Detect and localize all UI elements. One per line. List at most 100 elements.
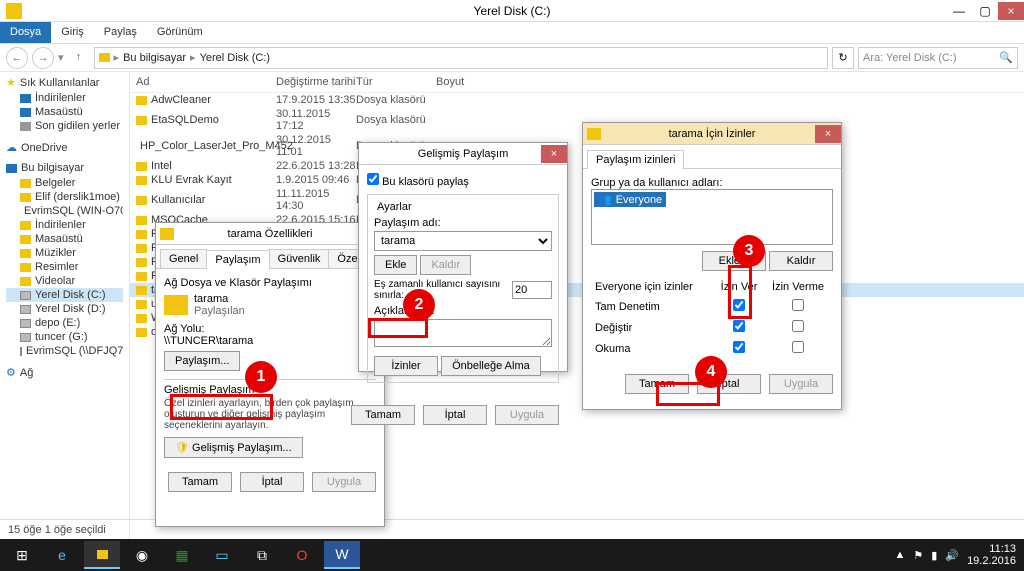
limit-spinner[interactable] — [512, 281, 552, 299]
cancel-button[interactable]: İptal — [240, 472, 304, 492]
annotation-marker-4: 4 — [697, 358, 725, 386]
file-row[interactable]: AdwCleaner17.9.2015 13:35Dosya klasörü — [130, 93, 1024, 107]
minimize-button[interactable]: — — [946, 2, 972, 20]
user-list[interactable]: 👥Everyone — [591, 189, 833, 245]
column-headers[interactable]: Ad Değiştirme tarihi Tür Boyut — [130, 72, 1024, 93]
tab-security[interactable]: Güvenlik — [269, 249, 330, 268]
nav-item[interactable]: İndirilenler — [6, 218, 123, 232]
remove-user-button[interactable]: Kaldır — [769, 251, 833, 271]
perm-row: Okuma — [593, 339, 713, 358]
nav-item[interactable]: Resimler — [6, 260, 123, 274]
start-button[interactable]: ⊞ — [4, 541, 40, 569]
tray-network-icon[interactable]: ▮ — [931, 549, 937, 562]
close-button[interactable]: × — [541, 145, 567, 163]
nav-item[interactable]: Yerel Disk (D:) — [6, 302, 123, 316]
file-row[interactable]: Kullanıcılar11.11.2015 14:30Dosya klasör… — [130, 187, 1024, 213]
taskbar-word[interactable]: W — [324, 541, 360, 569]
add-button[interactable]: Ekle — [374, 255, 417, 275]
file-row[interactable]: HP_Color_LaserJet_Pro_M45230.12.2015 11:… — [130, 133, 1024, 159]
tray-up-icon[interactable]: ▲ — [895, 549, 906, 561]
caching-button[interactable]: Önbelleğe Alma — [441, 356, 541, 376]
taskbar-excel[interactable]: ▦ — [164, 541, 200, 569]
status-bar: 15 öğe 1 öğe seçildi — [0, 519, 1024, 539]
permissions-button[interactable]: İzinler — [374, 356, 438, 376]
share-name-select[interactable]: tarama — [374, 231, 552, 251]
nav-item[interactable]: Masaüstü — [6, 232, 123, 246]
address-bar[interactable]: ▸ Bu bilgisayar ▸ Yerel Disk (C:) — [94, 47, 828, 69]
ribbon-tab-share[interactable]: Paylaş — [94, 22, 147, 43]
close-button[interactable]: × — [998, 2, 1024, 20]
taskbar-explorer[interactable] — [84, 541, 120, 569]
share-folder-checkbox[interactable]: Bu klasörü paylaş — [367, 176, 469, 188]
allow-read[interactable] — [733, 341, 745, 353]
nav-onedrive[interactable]: ☁OneDrive — [6, 141, 123, 154]
apply-button[interactable]: Uygula — [769, 374, 833, 394]
tab-sharing[interactable]: Paylaşım — [206, 250, 269, 269]
tab-share-permissions[interactable]: Paylaşım izinleri — [587, 150, 684, 169]
ribbon-tab-view[interactable]: Görünüm — [147, 22, 213, 43]
file-row[interactable]: Intel22.6.2015 13:28Dosya klasörü — [130, 159, 1024, 173]
system-tray[interactable]: ▲ ⚑ ▮ 🔊 11:13 19.2.2016 — [895, 543, 1020, 567]
nav-network-header[interactable]: ⚙Ağ — [6, 366, 123, 379]
allow-fullcontrol[interactable] — [733, 299, 745, 311]
search-input[interactable]: Ara: Yerel Disk (C:) 🔍 — [858, 47, 1018, 69]
nav-item[interactable]: tuncer (G:) — [6, 330, 123, 344]
taskbar-ie[interactable]: e — [44, 541, 80, 569]
nav-item[interactable]: depo (E:) — [6, 316, 123, 330]
breadcrumb[interactable]: Yerel Disk (C:) — [200, 52, 271, 64]
breadcrumb[interactable]: Bu bilgisayar — [123, 52, 186, 64]
nav-item[interactable]: İndirilenler — [6, 91, 123, 105]
nav-item[interactable]: Belgeler — [6, 176, 123, 190]
deny-change[interactable] — [792, 320, 804, 332]
nav-thispc-header[interactable]: Bu bilgisayar — [6, 162, 123, 174]
nav-item[interactable]: Masaüstü — [6, 105, 123, 119]
allow-change[interactable] — [733, 320, 745, 332]
taskbar-clock[interactable]: 11:13 19.2.2016 — [967, 543, 1016, 567]
up-button[interactable]: ↑ — [68, 47, 90, 69]
deny-read[interactable] — [792, 341, 804, 353]
tab-general[interactable]: Genel — [160, 249, 207, 268]
ribbon-tab-home[interactable]: Giriş — [51, 22, 94, 43]
nav-item-drive-c[interactable]: Yerel Disk (C:) — [6, 288, 123, 302]
ok-button[interactable]: Tamam — [168, 472, 232, 492]
ok-button[interactable]: Tamam — [625, 374, 689, 394]
comments-label: Açıklamalar: — [374, 305, 552, 317]
ribbon-file[interactable]: Dosya — [0, 22, 51, 43]
status-text: 15 öğe 1 öğe seçildi — [8, 524, 106, 536]
tray-volume-icon[interactable]: 🔊 — [945, 549, 959, 562]
path-value: \\TUNCER\tarama — [164, 335, 376, 347]
nav-item[interactable]: EvrimSQL (\\DFJQ70 — [6, 344, 123, 358]
taskbar-chrome[interactable]: ◉ — [124, 541, 160, 569]
share-state: Paylaşılan — [194, 305, 245, 317]
deny-fullcontrol[interactable] — [792, 299, 804, 311]
nav-item[interactable]: Videolar — [6, 274, 123, 288]
apply-button[interactable]: Uygula — [312, 472, 376, 492]
back-button[interactable]: ← — [6, 47, 28, 69]
nav-item[interactable]: EvrimSQL (WIN-O70 — [6, 204, 123, 218]
folder-icon — [136, 300, 147, 309]
nav-item[interactable]: Son gidilen yerler — [6, 119, 123, 133]
tray-flag-icon[interactable]: ⚑ — [913, 549, 923, 562]
forward-button[interactable]: → — [32, 47, 54, 69]
comments-input[interactable] — [374, 319, 552, 347]
ok-button[interactable]: Tamam — [351, 405, 415, 425]
apply-button[interactable]: Uygula — [495, 405, 559, 425]
user-everyone[interactable]: 👥Everyone — [594, 192, 666, 207]
nav-item[interactable]: Elif (derslik1moe) — [6, 190, 123, 204]
taskbar-opera[interactable]: O — [284, 541, 320, 569]
taskbar-app[interactable]: ▭ — [204, 541, 240, 569]
recent-dropdown[interactable]: ▾ — [58, 51, 64, 64]
file-row[interactable]: EtaSQLDemo30.11.2015 17:12Dosya klasörü — [130, 107, 1024, 133]
nav-item[interactable]: Müzikler — [6, 246, 123, 260]
remove-button[interactable]: Kaldır — [420, 255, 471, 275]
share-button[interactable]: Paylaşım... — [164, 351, 240, 371]
close-button[interactable]: × — [815, 125, 841, 143]
refresh-button[interactable]: ↻ — [832, 47, 854, 69]
taskbar-app[interactable]: ⧉ — [244, 541, 280, 569]
folder-icon — [6, 3, 22, 19]
file-row[interactable]: KLU Evrak Kayıt1.9.2015 09:46Dosya klasö… — [130, 173, 1024, 187]
nav-favorites-header[interactable]: ★Sık Kullanılanlar — [6, 76, 123, 89]
cancel-button[interactable]: İptal — [423, 405, 487, 425]
advanced-sharing-button[interactable]: 🛡 Gelişmiş Paylaşım... — [164, 437, 303, 458]
maximize-button[interactable]: ▢ — [972, 2, 998, 20]
